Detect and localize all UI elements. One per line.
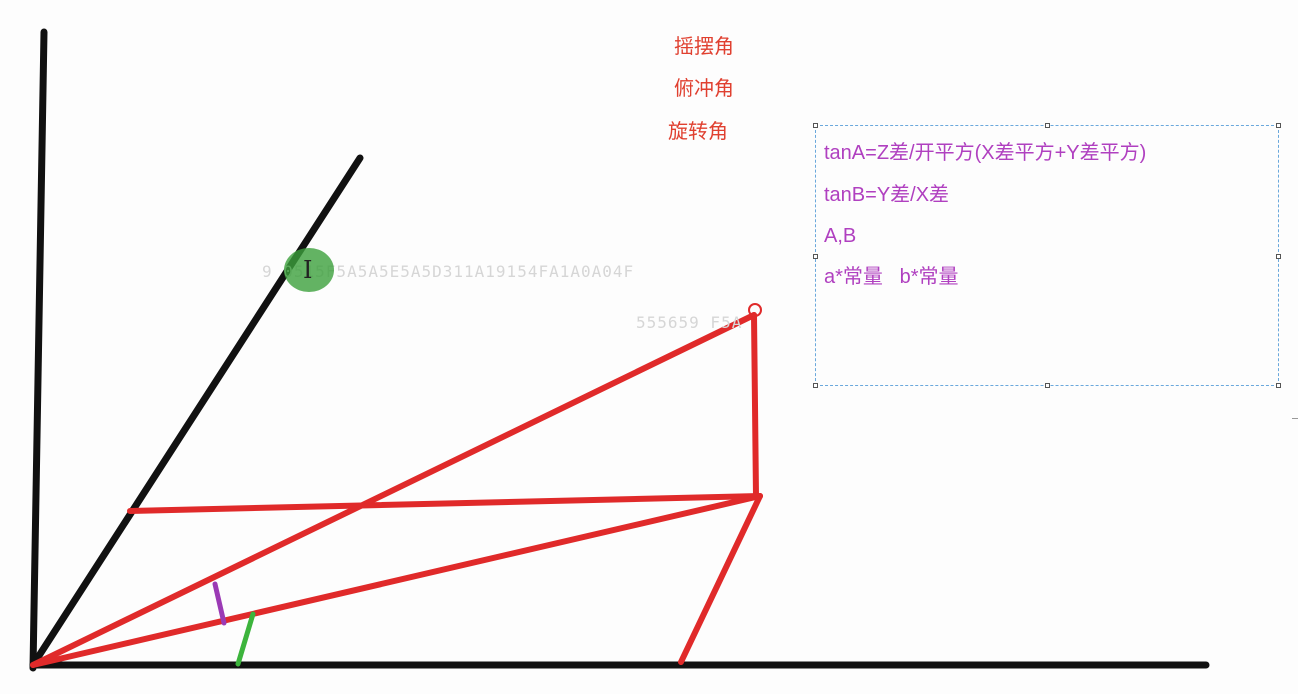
- vertical-projection-line: [751, 312, 759, 499]
- formula-tan-b[interactable]: tanB=Y差/X差: [824, 183, 949, 207]
- horizontal-projection-line: [127, 493, 763, 514]
- ground-projection-line: [678, 493, 763, 665]
- background-hex-text-secondary: 555659 F5A: [636, 313, 743, 332]
- yaw-angle-label: 摇摆角: [674, 34, 734, 58]
- resize-handle-bottom-right[interactable]: [1276, 383, 1281, 388]
- resize-handle-top-right[interactable]: [1276, 123, 1281, 128]
- resize-handle-right[interactable]: [1276, 254, 1281, 259]
- text-cursor-icon: I: [303, 256, 313, 284]
- formula-text-box[interactable]: tanA=Z差/开平方(X差平方+Y差平方) tanB=Y差/X差 A,B a*…: [813, 123, 1281, 388]
- projection-to-top-point: [30, 312, 757, 668]
- pitch-angle-label: 俯冲角: [674, 76, 734, 100]
- slide-canvas: 9 0515F5A5A5E5A5D311A19154FA1A0A04F 5556…: [0, 0, 1298, 694]
- formula-angles[interactable]: A,B: [824, 224, 856, 248]
- resize-handle-left[interactable]: [813, 254, 818, 259]
- roll-angle-label: 旋转角: [668, 119, 728, 143]
- projection-to-mid-point: [30, 493, 763, 668]
- resize-handle-bottom-left[interactable]: [813, 383, 818, 388]
- vertical-axis: [29, 28, 48, 672]
- resize-handle-top[interactable]: [1045, 123, 1050, 128]
- resize-handle-top-left[interactable]: [813, 123, 818, 128]
- angle-a-marker: [212, 581, 227, 626]
- angle-b-marker: [235, 611, 256, 667]
- resize-handle-bottom[interactable]: [1045, 383, 1050, 388]
- scrollbar-tick: [1292, 418, 1298, 419]
- formula-constants[interactable]: a*常量 b*常量: [824, 265, 958, 289]
- formula-tan-a[interactable]: tanA=Z差/开平方(X差平方+Y差平方): [824, 141, 1146, 165]
